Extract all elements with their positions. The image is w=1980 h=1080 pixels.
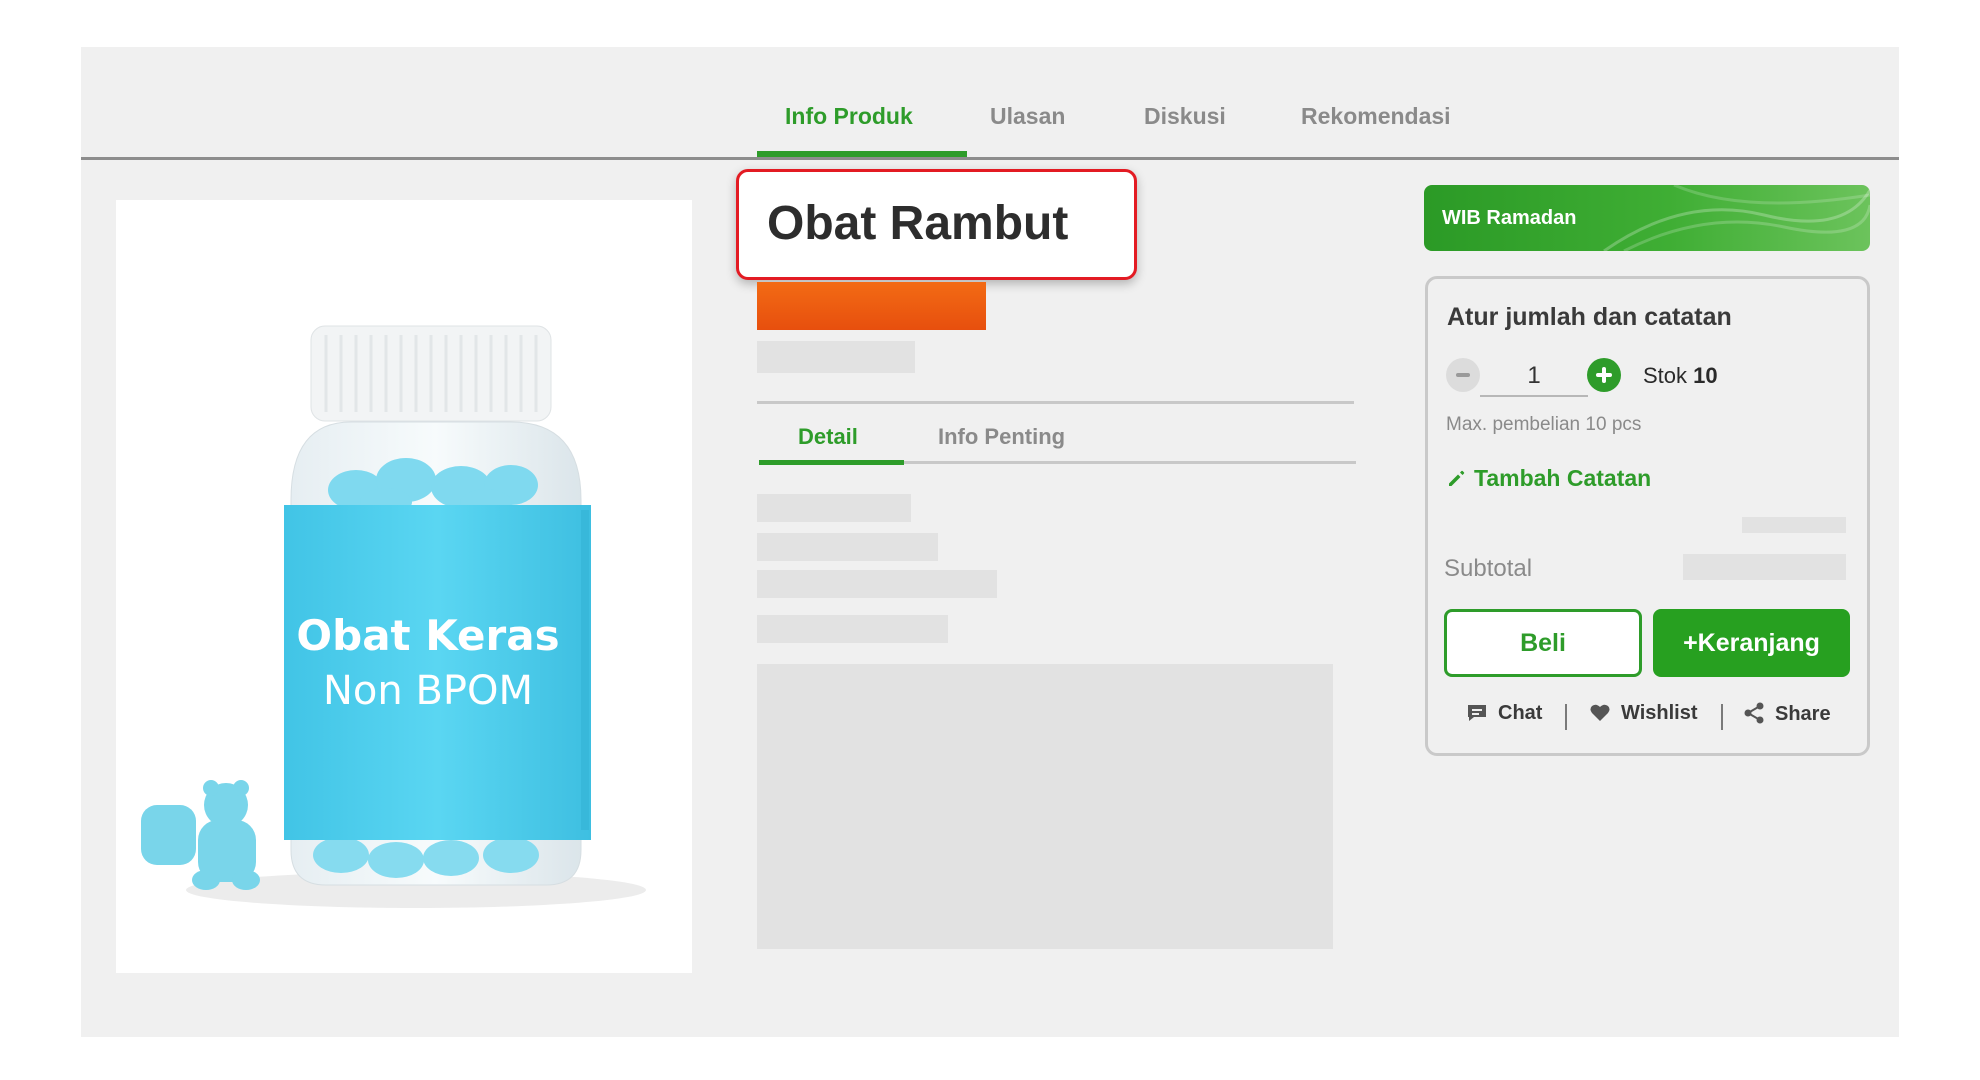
stock-value: 10 (1693, 363, 1718, 388)
cart-title: Atur jumlah dan catatan (1447, 303, 1732, 331)
price-tag (757, 282, 986, 330)
action-divider (1721, 704, 1723, 730)
skeleton-line (757, 570, 997, 598)
skeleton-line (757, 494, 911, 522)
product-title: Obat Rambut (767, 197, 1069, 250)
quantity-increment-button[interactable] (1587, 358, 1621, 392)
share-label: Share (1775, 703, 1831, 725)
active-tab-indicator (757, 151, 967, 157)
product-page-panel: Info Produk Ulasan Diskusi Rekomendasi O… (81, 47, 1899, 1037)
share-icon (1744, 702, 1764, 724)
product-title-callout: Obat Rambut (736, 169, 1137, 280)
quantity-input[interactable] (1480, 357, 1588, 397)
wishlist-label: Wishlist (1621, 702, 1698, 724)
action-divider (1565, 704, 1567, 730)
add-note-link[interactable]: Tambah Catatan (1446, 465, 1651, 492)
chat-icon (1468, 705, 1486, 721)
heart-icon (1590, 704, 1610, 721)
skeleton-block (757, 664, 1333, 949)
detail-tab-indicator (759, 460, 904, 465)
wishlist-button[interactable]: Wishlist (1589, 702, 1698, 725)
add-to-cart-button[interactable]: +Keranjang (1653, 609, 1850, 677)
tab-rekomendasi[interactable]: Rekomendasi (1301, 103, 1451, 130)
gummy-jar-illustration: Obat Keras Non BPOM (141, 325, 646, 908)
divider (757, 401, 1354, 404)
cart-card: Atur jumlah dan catatan Stok 10 Max. pem… (1425, 276, 1870, 756)
promo-label: WIB Ramadan (1442, 207, 1577, 229)
label-line-2: Non BPOM (323, 668, 533, 714)
chat-button[interactable]: Chat (1466, 702, 1542, 725)
product-image[interactable]: Obat Keras Non BPOM (116, 200, 692, 973)
skeleton-line (1742, 517, 1846, 533)
tab-detail[interactable]: Detail (798, 424, 858, 450)
tab-ulasan[interactable]: Ulasan (990, 103, 1065, 130)
subtotal-skeleton (1683, 554, 1846, 580)
quantity-decrement-button[interactable] (1446, 358, 1480, 392)
pencil-icon (1449, 470, 1465, 486)
stock-info: Stok 10 (1643, 363, 1718, 389)
tab-info-penting[interactable]: Info Penting (938, 424, 1065, 450)
skeleton-line (757, 533, 938, 561)
max-purchase-text: Max. pembelian 10 pcs (1446, 414, 1642, 435)
tab-diskusi[interactable]: Diskusi (1144, 103, 1226, 130)
skeleton-line (757, 341, 915, 373)
stock-label: Stok (1643, 363, 1688, 388)
add-note-label: Tambah Catatan (1474, 465, 1652, 491)
promo-banner[interactable]: WIB Ramadan (1424, 185, 1870, 251)
label-line-1: Obat Keras (296, 611, 559, 660)
product-tabs: Info Produk Ulasan Diskusi Rekomendasi (81, 47, 1899, 160)
tab-info-produk[interactable]: Info Produk (785, 103, 913, 130)
skeleton-line (757, 615, 948, 643)
share-button[interactable]: Share (1743, 702, 1831, 726)
chat-label: Chat (1498, 702, 1543, 724)
action-row: Chat Wishlist Share (1428, 702, 1867, 732)
buy-button[interactable]: Beli (1444, 609, 1642, 677)
subtotal-label: Subtotal (1444, 555, 1533, 582)
